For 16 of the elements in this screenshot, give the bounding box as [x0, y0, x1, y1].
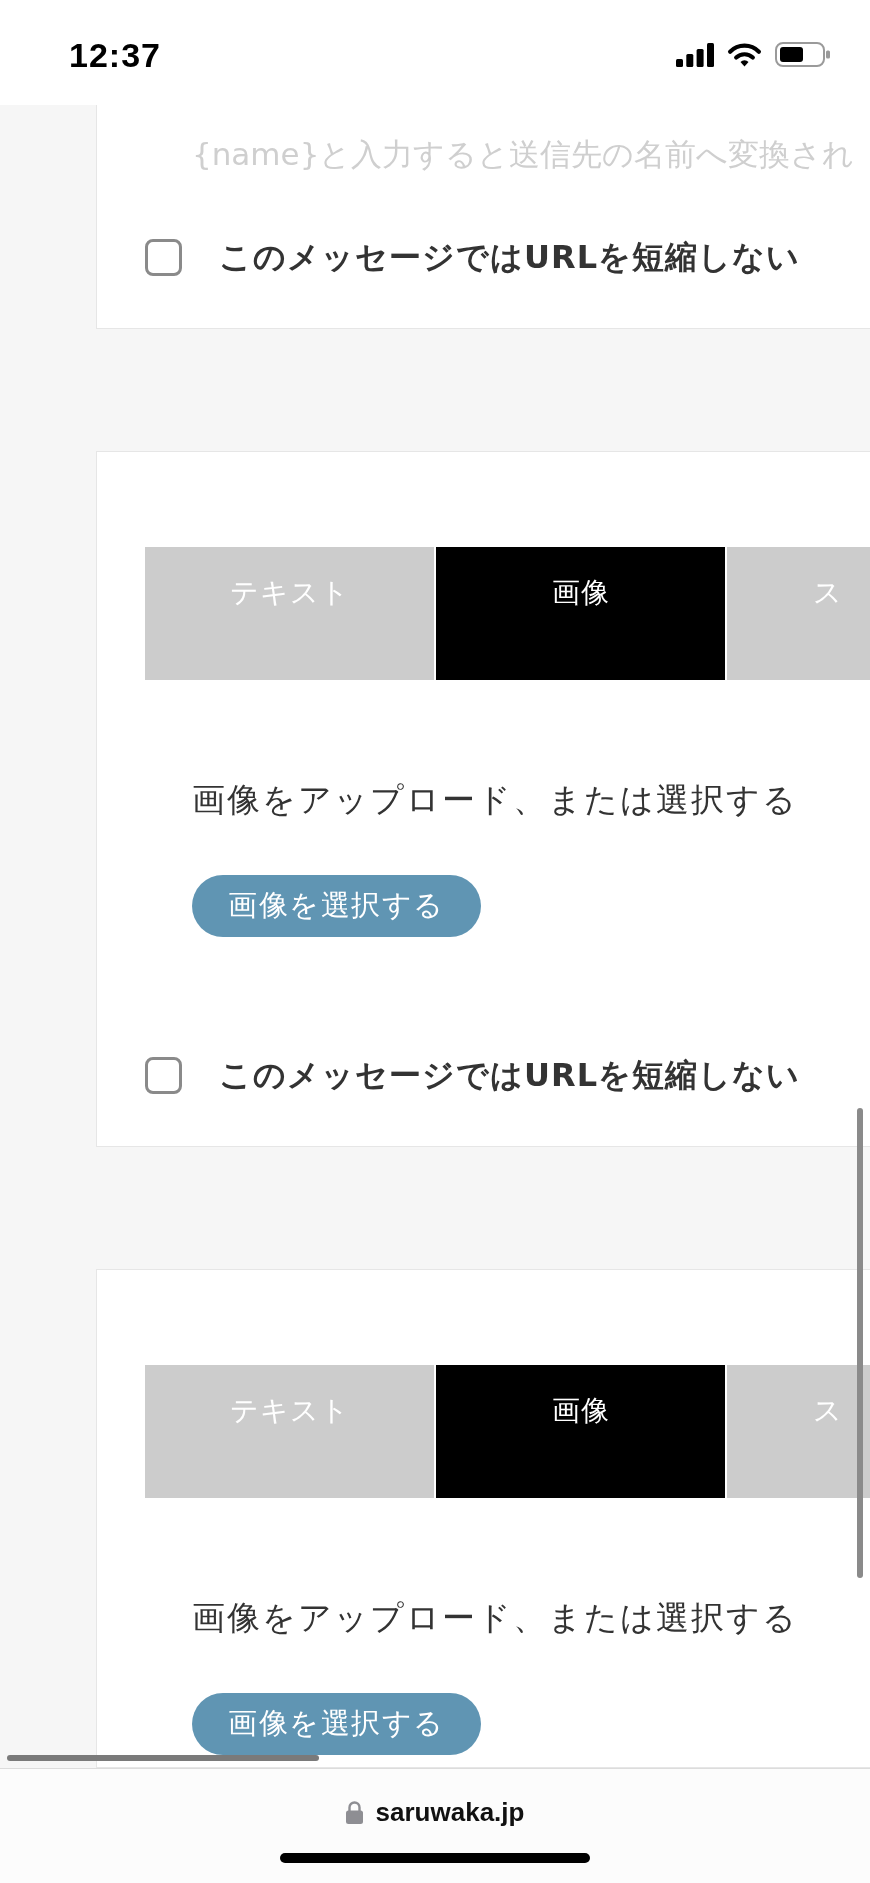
upload-prompt: 画像をアップロード、または選択する: [192, 779, 798, 821]
upload-prompt: 画像をアップロード、または選択する: [192, 1597, 798, 1639]
signal-icon: [676, 42, 714, 67]
tab[interactable]: 画像: [436, 547, 725, 680]
select-image-button[interactable]: 画像を選択する: [192, 875, 481, 937]
lock-icon: [345, 1800, 363, 1824]
url-text[interactable]: saruwaka.jp: [375, 1797, 525, 1827]
status-time: 12:37: [69, 34, 161, 75]
checkbox-label: このメッセージではURLを短縮しない: [219, 1055, 800, 1095]
checkbox-label: このメッセージではURLを短縮しない: [219, 237, 800, 277]
checkbox[interactable]: [145, 238, 182, 276]
checkbox[interactable]: [145, 1056, 182, 1094]
wifi-icon: [726, 42, 763, 67]
select-image-button[interactable]: 画像を選択する: [192, 1693, 481, 1755]
tab[interactable]: 画像: [436, 1365, 725, 1498]
battery-icon: [775, 42, 831, 67]
